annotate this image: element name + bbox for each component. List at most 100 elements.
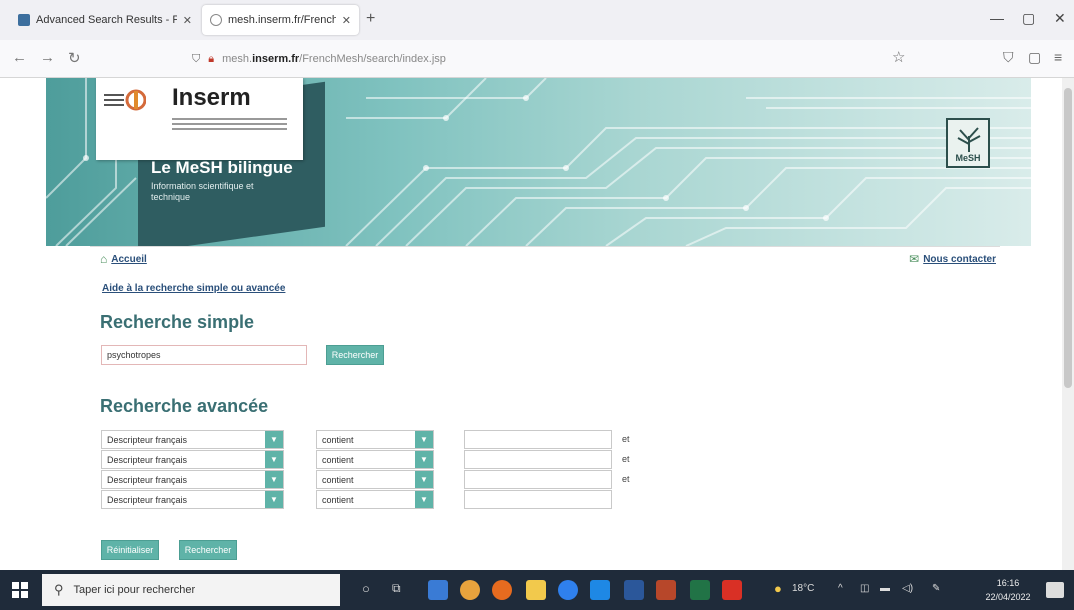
chevron-down-icon[interactable]: ▼	[265, 451, 283, 468]
close-tab-icon[interactable]: ✕	[342, 14, 351, 27]
globe-favicon-icon	[210, 14, 222, 26]
edge-icon[interactable]	[558, 580, 578, 600]
inserm-mark-icon	[104, 89, 146, 111]
url-domain: inserm.fr	[252, 53, 300, 65]
browser-nav-bar: ← → ↻ ⛉ 🔒︎ mesh. inserm.fr/FrenchMesh/sea…	[0, 40, 1074, 78]
taskbar-search-input[interactable]: ⚲ Taper ici pour rechercher	[42, 574, 340, 606]
boolean-operator: et	[622, 474, 630, 484]
simple-search-heading: Recherche simple	[100, 312, 255, 332]
url-path: /FrenchMesh/search/index.jsp	[299, 53, 446, 65]
search-icon: ⚲	[54, 582, 64, 597]
field-select[interactable]: Descripteur français ▼	[101, 470, 284, 489]
file-explorer-icon[interactable]	[526, 580, 546, 600]
page-scrollbar[interactable]	[1062, 78, 1074, 570]
bookmark-star-icon[interactable]: ☆	[892, 48, 905, 66]
acrobat-icon[interactable]	[722, 580, 742, 600]
tab-mesh[interactable]: mesh.inserm.fr/FrenchMesh/search/index.j…	[202, 5, 359, 35]
mode-select-value: contient	[322, 494, 354, 505]
chevron-down-icon[interactable]: ▼	[415, 491, 433, 508]
teams-icon[interactable]	[428, 580, 448, 600]
mode-select[interactable]: contient ▼	[316, 450, 434, 469]
account-icon[interactable]: ▢	[1028, 49, 1041, 66]
taskbar-clock[interactable]: 16:16 22/04/2022	[984, 576, 1032, 604]
new-tab-icon[interactable]: +	[366, 10, 375, 28]
clock-time: 16:16	[996, 578, 1020, 588]
taskbar-search-placeholder: Taper ici pour rechercher	[73, 584, 196, 596]
task-view-icon[interactable]: ⧉	[392, 581, 401, 596]
address-bar[interactable]: ⛉ 🔒︎ mesh. inserm.fr/FrenchMesh/search/in…	[180, 46, 915, 72]
field-select-value: Descripteur français	[107, 454, 188, 465]
chrome-icon[interactable]	[460, 580, 480, 600]
contact-link[interactable]: ✉ Nous contacter	[909, 252, 996, 266]
chevron-down-icon[interactable]: ▼	[265, 491, 283, 508]
mode-select[interactable]: contient ▼	[316, 470, 434, 489]
shield-icon[interactable]: ⛉	[192, 53, 200, 66]
close-tab-icon[interactable]: ✕	[183, 14, 192, 27]
field-select-value: Descripteur français	[107, 494, 188, 505]
notification-icon[interactable]	[1046, 582, 1064, 598]
excel-icon[interactable]	[690, 580, 710, 600]
field-select[interactable]: Descripteur français ▼	[101, 490, 284, 509]
inserm-wordmark: Inserm	[172, 84, 251, 111]
chevron-down-icon[interactable]: ▼	[265, 431, 283, 448]
field-select-value: Descripteur français	[107, 474, 188, 485]
term-input[interactable]	[464, 450, 612, 469]
tab-label: Advanced Search Results - PubMed	[36, 14, 177, 26]
scrollbar-thumb[interactable]	[1064, 88, 1072, 388]
firefox-icon[interactable]	[492, 580, 512, 600]
home-link[interactable]: ⌂ Accueil	[100, 252, 147, 266]
pocket-icon[interactable]: ⛉	[1003, 49, 1014, 66]
ie-icon[interactable]	[590, 580, 610, 600]
chevron-down-icon[interactable]: ▼	[415, 471, 433, 488]
tab-label: mesh.inserm.fr/FrenchMesh/search/index.j…	[228, 14, 336, 26]
reset-button[interactable]: Réinitialiser	[101, 540, 159, 560]
windows-start-icon[interactable]	[12, 582, 28, 598]
mesh-badge: MeSH	[946, 118, 990, 168]
chevron-down-icon[interactable]: ▼	[415, 451, 433, 468]
powerpoint-icon[interactable]	[656, 580, 676, 600]
back-icon[interactable]: ←	[12, 49, 27, 66]
term-input[interactable]	[464, 490, 612, 509]
word-icon[interactable]	[624, 580, 644, 600]
reload-icon[interactable]: ↻	[68, 49, 81, 67]
mode-select[interactable]: contient ▼	[316, 430, 434, 449]
advanced-row: Descripteur français ▼ contient ▼ et	[0, 430, 700, 450]
forward-icon[interactable]: →	[40, 49, 55, 66]
mode-select[interactable]: contient ▼	[316, 490, 434, 509]
close-window-icon[interactable]: ✕	[1054, 10, 1066, 27]
minimize-icon[interactable]: —	[990, 10, 1004, 26]
mode-select-value: contient	[322, 474, 354, 485]
cortana-icon[interactable]: ○	[362, 581, 370, 596]
mode-select-value: contient	[322, 434, 354, 445]
term-input[interactable]	[464, 430, 612, 449]
advanced-row: Descripteur français ▼ contient ▼ et	[0, 450, 700, 470]
windows-taskbar: ⚲ Taper ici pour rechercher ○ ⧉ ● 18°C ^…	[0, 570, 1074, 610]
chevron-down-icon[interactable]: ▼	[265, 471, 283, 488]
simple-search-input[interactable]: psychotropes	[101, 345, 307, 365]
help-link[interactable]: Aide à la recherche simple ou avancée	[102, 283, 285, 294]
inserm-logo[interactable]: Inserm	[96, 78, 303, 160]
field-select[interactable]: Descripteur français ▼	[101, 430, 284, 449]
field-select[interactable]: Descripteur français ▼	[101, 450, 284, 469]
weather-label[interactable]: 18°C	[792, 583, 814, 594]
network-icon[interactable]: ◫	[860, 583, 869, 594]
volume-icon[interactable]: ◁)	[902, 583, 913, 594]
top-links-bar: ⌂ Accueil ✉ Nous contacter	[90, 246, 1000, 268]
tray-chevron-icon[interactable]: ^	[838, 583, 843, 594]
chevron-down-icon[interactable]: ▼	[415, 431, 433, 448]
pen-icon[interactable]: ✎	[932, 583, 940, 594]
simple-search-button[interactable]: Rechercher	[326, 345, 384, 365]
page-viewport: Inserm Le MeSH bilingue Information scie…	[0, 78, 1074, 570]
battery-icon[interactable]: ▬	[880, 583, 890, 594]
tab-pubmed[interactable]: Advanced Search Results - PubMed ✕	[10, 5, 200, 35]
url-prefix: mesh.	[222, 53, 253, 65]
inserm-tagline-lines	[172, 118, 287, 132]
weather-icon[interactable]: ●	[774, 581, 782, 596]
menu-icon[interactable]: ≡	[1054, 49, 1062, 65]
term-input[interactable]	[464, 470, 612, 489]
chat-icon: ✉	[909, 252, 920, 266]
advanced-search-button[interactable]: Rechercher	[179, 540, 237, 560]
advanced-row: Descripteur français ▼ contient ▼	[0, 490, 700, 510]
maximize-icon[interactable]: ▢	[1022, 10, 1035, 27]
lock-icon[interactable]: 🔒︎	[208, 53, 214, 66]
